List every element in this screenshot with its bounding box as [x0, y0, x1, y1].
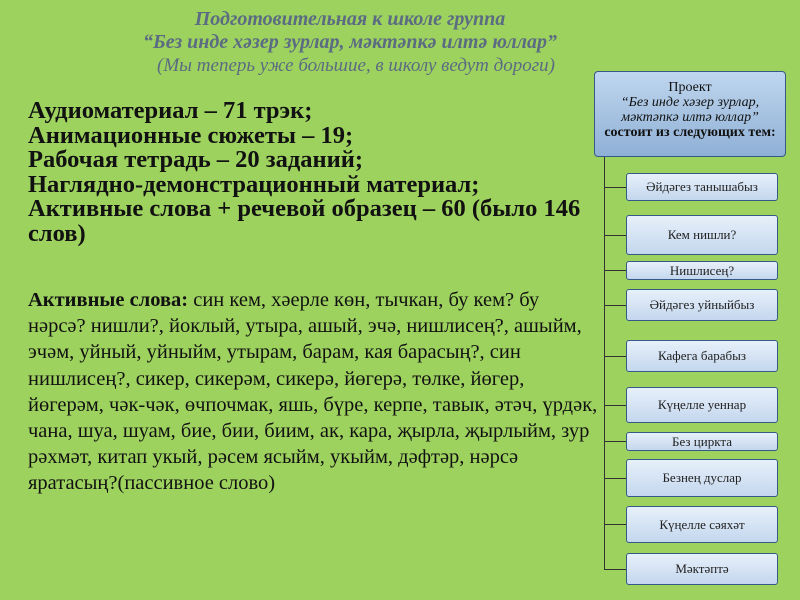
tree-branch — [604, 441, 627, 442]
tree-branch — [604, 235, 627, 236]
topic-item: Кафега барабыз — [626, 340, 778, 372]
topic-tree-line — [604, 157, 605, 570]
tree-branch — [604, 405, 627, 406]
tree-branch — [604, 478, 627, 479]
fact-workbook: Рабочая тетрадь – 20 заданий; — [28, 146, 364, 173]
group-title: Подготовительная к школе группа — [194, 8, 506, 30]
fact-audio: Аудиоматериал – 71 трэк; — [28, 97, 313, 124]
project-name: “Без инде хәзер зурлар, мәктәпкә илтә юл… — [143, 31, 557, 53]
tree-branch — [604, 569, 627, 570]
active-words-paragraph: Активные слова: син кем, хәерле көн, тыч… — [28, 287, 600, 497]
project-box: Проект “Без инде хәзер зурлар, мәктәпкә … — [594, 71, 786, 157]
fact-animation: Анимационные сюжеты – 19; — [28, 121, 354, 149]
topic-item: Безнең дуслар — [626, 459, 778, 497]
project-box-name: “Без инде хәзер зурлар, мәктәпкә илтә юл… — [620, 95, 760, 125]
topic-item: Мәктәптә — [626, 553, 778, 585]
topic-item: Күңелле уеннар — [626, 387, 778, 423]
tree-branch — [604, 356, 627, 357]
fact-visual-material: Наглядно-демонстрационный материал; — [28, 170, 480, 198]
topic-item: Без циркта — [626, 432, 778, 451]
topic-item: Нишлисең? — [626, 261, 778, 280]
project-box-subtitle: состоит из следующих тем: — [604, 125, 776, 140]
active-words-label: Активные слова: — [28, 289, 189, 311]
tree-branch — [604, 305, 627, 306]
fact-active-words: Активные слова + речевой образец – 60 (б… — [28, 195, 581, 247]
topic-item: Әйдәгез танышабыз — [626, 173, 778, 201]
project-box-title: Проект — [668, 80, 712, 95]
project-translation: (Мы теперь уже большие, в школу ведут до… — [157, 55, 555, 76]
topic-item: Әйдәгез уйныйбыз — [626, 289, 778, 321]
slide-header: Подготовительная к школе группа “Без инд… — [90, 8, 610, 77]
facts-list: Аудиоматериал – 71 трэк; Анимационные сю… — [28, 97, 598, 247]
active-words-text: син кем, хәерле көн, тычкан, бу кем? бу … — [28, 289, 598, 495]
tree-branch — [604, 524, 627, 525]
topic-item: Кем нишли? — [626, 215, 778, 255]
topic-item: Күңелле сәяхәт — [626, 506, 778, 543]
tree-branch — [604, 187, 627, 188]
tree-branch — [604, 270, 627, 271]
